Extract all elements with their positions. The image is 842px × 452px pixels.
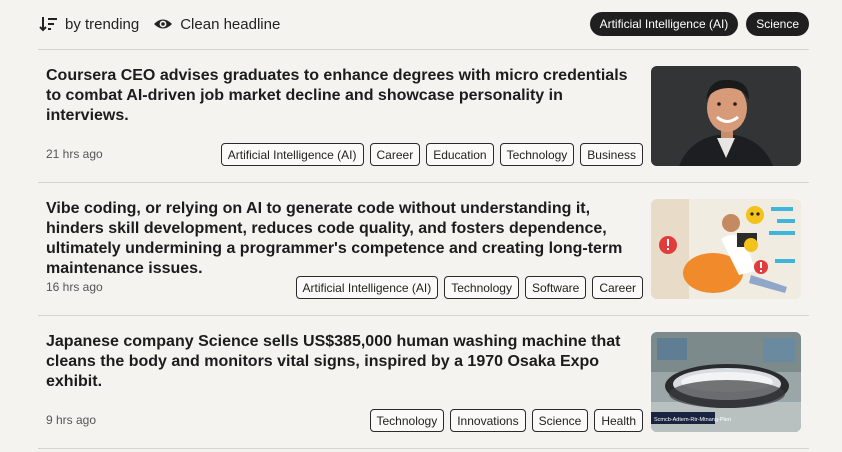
tag-chip[interactable]: Business xyxy=(580,143,643,166)
tag-chip[interactable]: Artificial Intelligence (AI) xyxy=(295,276,439,299)
tag-chip[interactable]: Technology xyxy=(369,409,445,432)
article-headline[interactable]: Japanese company Science sells US$385,00… xyxy=(46,332,644,392)
article-tags: Artificial Intelligence (AI) Technology … xyxy=(295,276,643,299)
article-time: 9 hrs ago xyxy=(46,413,97,427)
filter-chip-ai[interactable]: Artificial Intelligence (AI) xyxy=(589,12,739,36)
article-card[interactable]: Vibe coding, or relying on AI to generat… xyxy=(38,199,809,299)
divider xyxy=(38,49,809,50)
tag-chip[interactable]: Career xyxy=(369,143,421,166)
eye-icon xyxy=(153,14,173,34)
filter-chip-science[interactable]: Science xyxy=(746,12,809,36)
tag-chip[interactable]: Innovations xyxy=(450,409,526,432)
tag-chip[interactable]: Career xyxy=(592,276,643,299)
article-thumbnail[interactable]: Scmcb-Adtem-Rtr-Mtnang-Pteri xyxy=(651,332,801,432)
sort-icon xyxy=(38,14,58,34)
tag-chip[interactable]: Health xyxy=(594,409,643,432)
sort-label: by trending xyxy=(65,15,140,33)
active-filters: Artificial Intelligence (AI) Science xyxy=(589,12,809,36)
divider xyxy=(38,448,809,449)
article-headline[interactable]: Vibe coding, or relying on AI to generat… xyxy=(46,199,644,279)
divider xyxy=(38,315,809,316)
article-thumbnail[interactable] xyxy=(651,199,801,299)
article-headline[interactable]: Coursera CEO advises graduates to enhanc… xyxy=(46,66,644,126)
tag-chip[interactable]: Technology xyxy=(444,276,519,299)
tag-chip[interactable]: Science xyxy=(531,409,589,432)
article-time: 16 hrs ago xyxy=(46,280,103,294)
sort-button[interactable]: by trending xyxy=(38,14,139,34)
thumbnail-caption: Scmcb-Adtem-Rtr-Mtnang-Pteri xyxy=(654,417,731,423)
divider xyxy=(38,182,809,183)
tag-chip[interactable]: Education xyxy=(426,143,494,166)
tag-chip[interactable]: Technology xyxy=(499,143,575,166)
toolbar: by trending Clean headline Artificial In… xyxy=(38,12,809,36)
article-tags: Technology Innovations Science Health xyxy=(369,409,643,432)
view-mode-label: Clean headline xyxy=(180,15,281,33)
article-card[interactable]: Japanese company Science sells US$385,00… xyxy=(38,332,809,432)
view-mode-button[interactable]: Clean headline xyxy=(153,14,280,34)
article-thumbnail[interactable] xyxy=(651,66,801,166)
article-tags: Artificial Intelligence (AI) Career Educ… xyxy=(220,143,643,166)
article-card[interactable]: Coursera CEO advises graduates to enhanc… xyxy=(38,66,809,166)
tag-chip[interactable]: Artificial Intelligence (AI) xyxy=(220,143,364,166)
article-time: 21 hrs ago xyxy=(46,147,103,161)
tag-chip[interactable]: Software xyxy=(524,276,587,299)
